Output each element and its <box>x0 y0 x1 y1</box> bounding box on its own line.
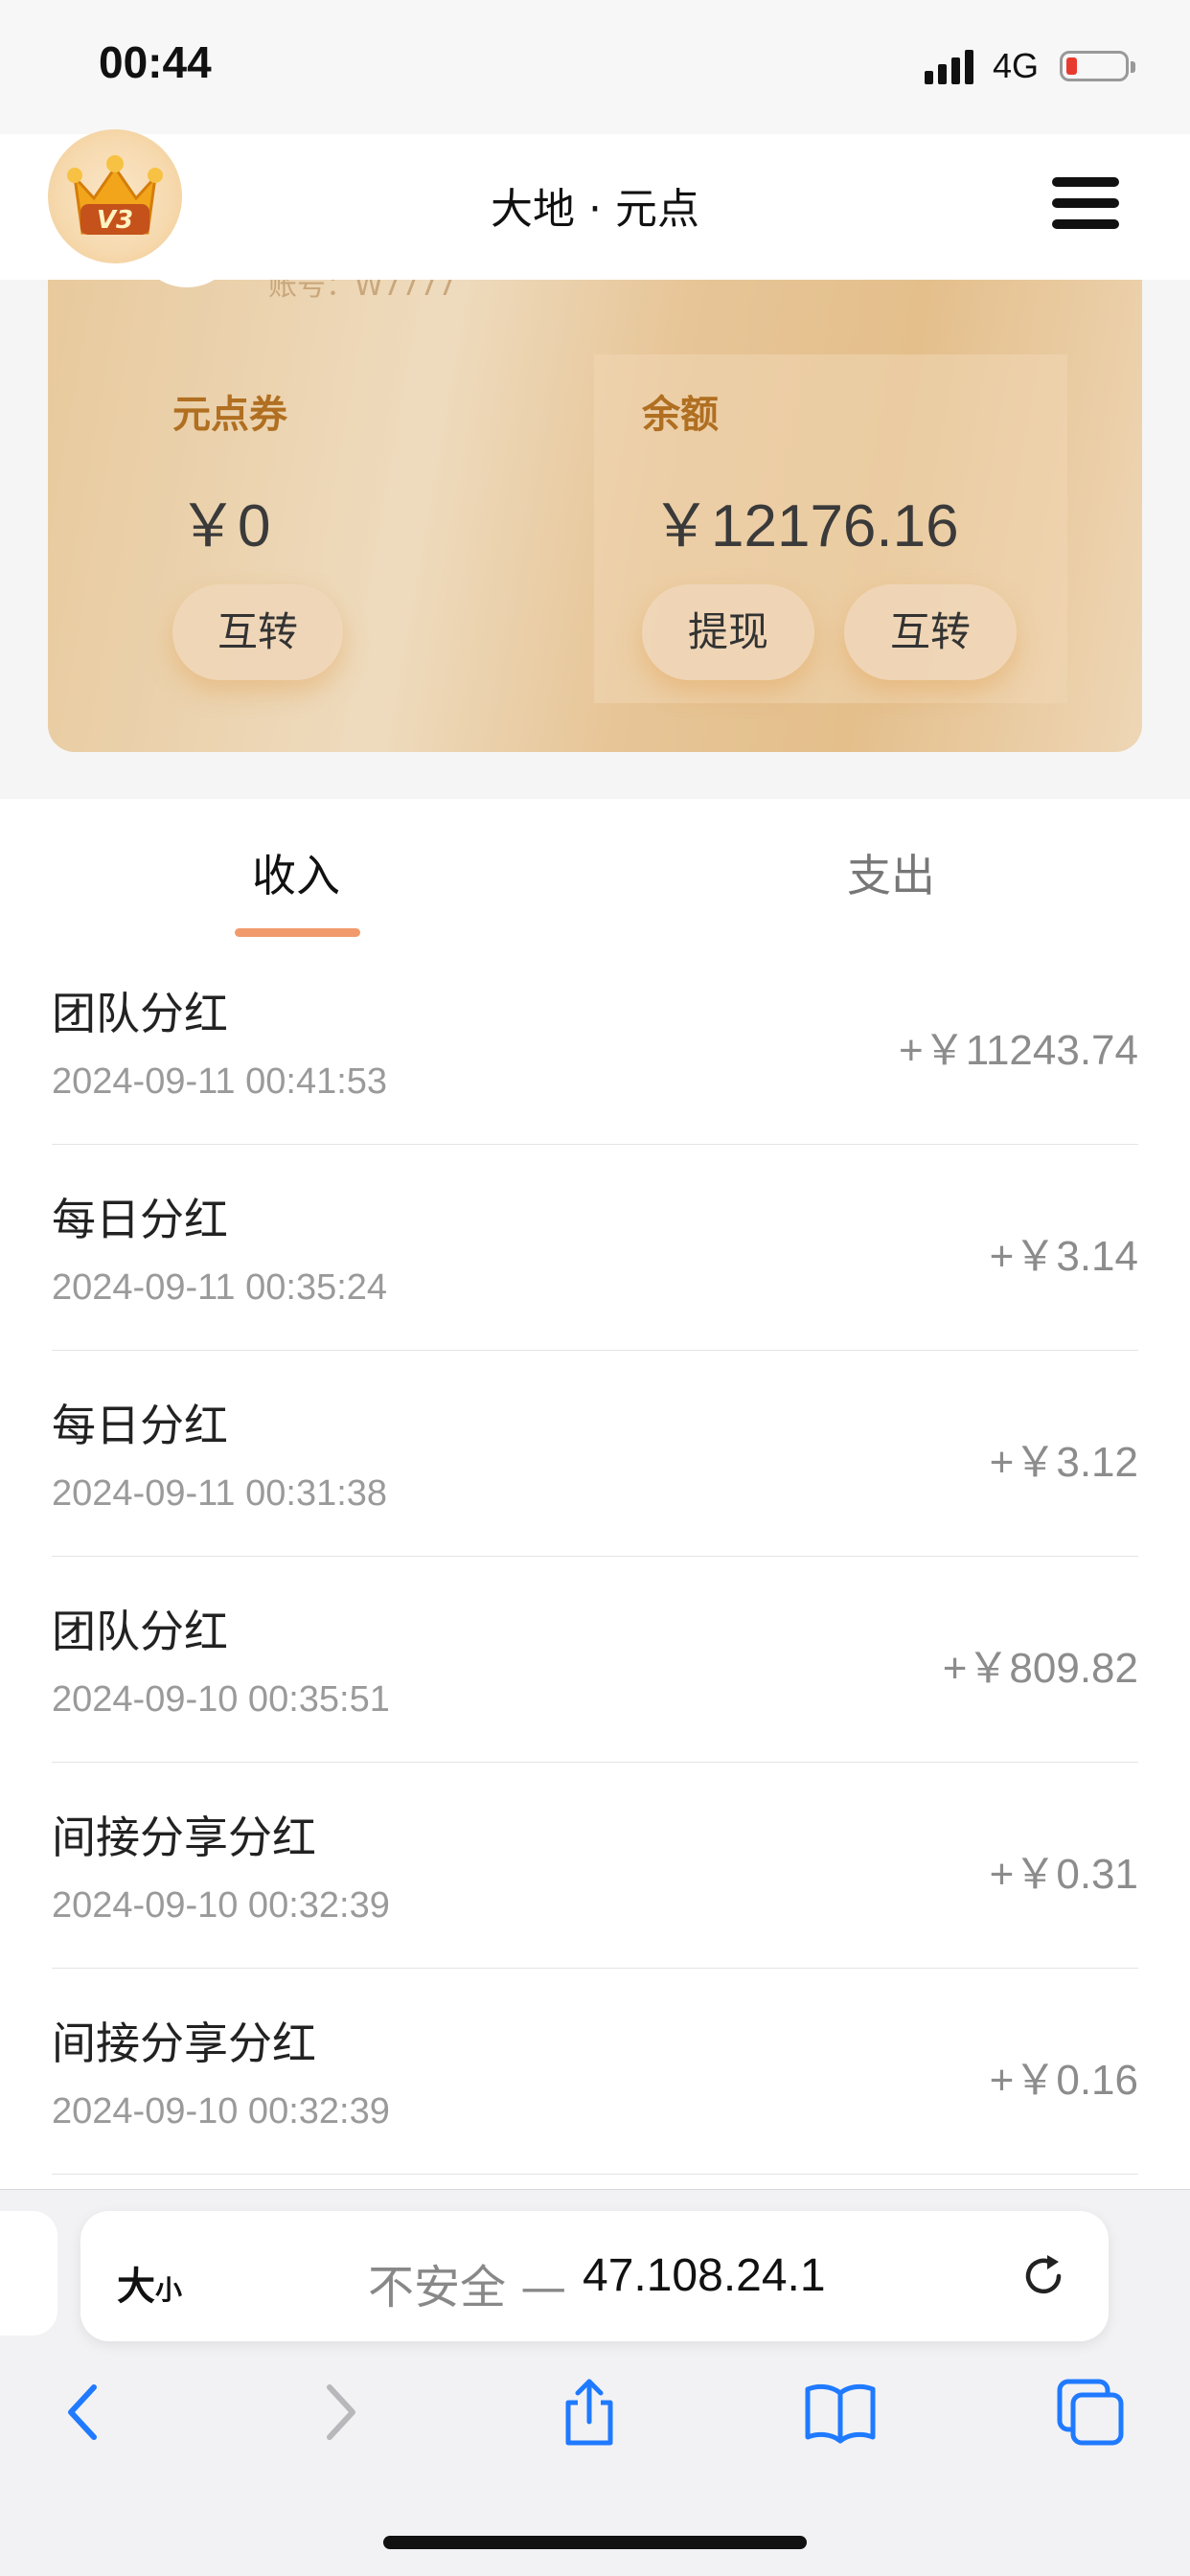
record-time: 2024-09-10 00:32:39 <box>52 2091 390 2131</box>
back-arrow-icon[interactable] <box>46 2374 123 2451</box>
tab-income[interactable]: 收入 <box>252 841 340 904</box>
record-title: 团队分红 <box>52 1606 228 1657</box>
home-indicator <box>383 2536 807 2549</box>
forward-arrow-icon[interactable] <box>301 2374 378 2451</box>
record-amount: +￥0.16 <box>989 2057 1138 2104</box>
list-item[interactable]: 间接分享分红 2024-09-10 00:32:39 +￥0.16 <box>52 1969 1138 2175</box>
list-item[interactable]: 间接分享分红 2024-09-10 00:32:39 +￥0.31 <box>52 1763 1138 1969</box>
page-title: 大地 · 元点 <box>491 185 699 234</box>
previous-tab-card[interactable] <box>0 2211 57 2336</box>
balance-label: 余额 <box>642 393 719 437</box>
record-time: 2024-09-10 00:32:39 <box>52 1885 390 1926</box>
withdraw-button[interactable]: 提现 <box>642 584 814 680</box>
list-item[interactable]: 每日分红 2024-09-11 00:35:24 +￥3.14 <box>52 1145 1138 1351</box>
record-time: 2024-09-11 00:35:24 <box>52 1267 388 1308</box>
record-title: 每日分红 <box>52 1194 228 1245</box>
list-item[interactable]: 每日分红 2024-09-11 00:31:38 +￥3.12 <box>52 1351 1138 1557</box>
record-time: 2024-09-11 00:31:38 <box>52 1473 388 1514</box>
active-tab-indicator <box>235 928 360 937</box>
record-title: 团队分红 <box>52 988 228 1039</box>
coupon-label: 元点券 <box>172 393 287 437</box>
address-bar[interactable]: 大小 不安全 — 47.108.24.1 <box>80 2211 1109 2341</box>
record-amount: +￥3.12 <box>989 1439 1138 1486</box>
record-time: 2024-09-11 00:41:53 <box>52 1061 388 1102</box>
record-amount: +￥3.14 <box>989 1233 1138 1280</box>
record-amount: +￥0.31 <box>989 1851 1138 1898</box>
record-title: 每日分红 <box>52 1400 228 1451</box>
status-bar: 00:44 4G <box>0 0 1190 134</box>
coupon-transfer-button[interactable]: 互转 <box>172 584 343 680</box>
cellular-signal-icon <box>924 48 973 84</box>
bookmarks-icon[interactable] <box>802 2374 879 2451</box>
tab-expense[interactable]: 支出 <box>847 841 935 904</box>
record-title: 间接分享分红 <box>52 1812 316 1863</box>
balance-value: ￥12176.16 <box>652 493 959 559</box>
reload-icon[interactable] <box>1017 2249 1070 2303</box>
insecure-warning: 不安全 — <box>368 2261 567 2314</box>
balance-transfer-button[interactable]: 互转 <box>844 584 1017 680</box>
coupon-value: ￥0 <box>178 493 271 559</box>
record-amount: +￥11243.74 <box>899 1027 1138 1074</box>
network-type: 4G <box>992 46 1039 85</box>
share-icon[interactable] <box>551 2374 628 2451</box>
list-item[interactable]: 团队分红 2024-09-10 00:35:51 +￥809.82 <box>52 1557 1138 1763</box>
browser-toolbar: 大小 不安全 — 47.108.24.1 <box>0 2189 1190 2576</box>
list-item[interactable]: 团队分红 2024-09-11 00:41:53 +￥11243.74 <box>52 939 1138 1145</box>
status-time: 00:44 <box>99 37 212 87</box>
status-indicators: 4G <box>924 42 1135 90</box>
wallet-card: 账号：W7777 元点券 ￥0 互转 余额 ￥12176.16 提现 互转 <box>48 230 1142 752</box>
tabs-icon[interactable] <box>1052 2374 1129 2451</box>
record-tabs: 收入 支出 <box>0 799 1190 940</box>
hamburger-menu-icon[interactable] <box>1052 177 1119 233</box>
record-time: 2024-09-10 00:35:51 <box>52 1679 390 1720</box>
text-size-button[interactable]: 大小 <box>117 2255 182 2311</box>
url-host: 47.108.24.1 <box>583 2250 826 2301</box>
record-amount: +￥809.82 <box>942 1645 1138 1692</box>
battery-icon <box>1060 51 1135 81</box>
income-record-list: 团队分红 2024-09-11 00:41:53 +￥11243.74 每日分红… <box>0 939 1190 2189</box>
record-title: 间接分享分红 <box>52 2017 316 2069</box>
